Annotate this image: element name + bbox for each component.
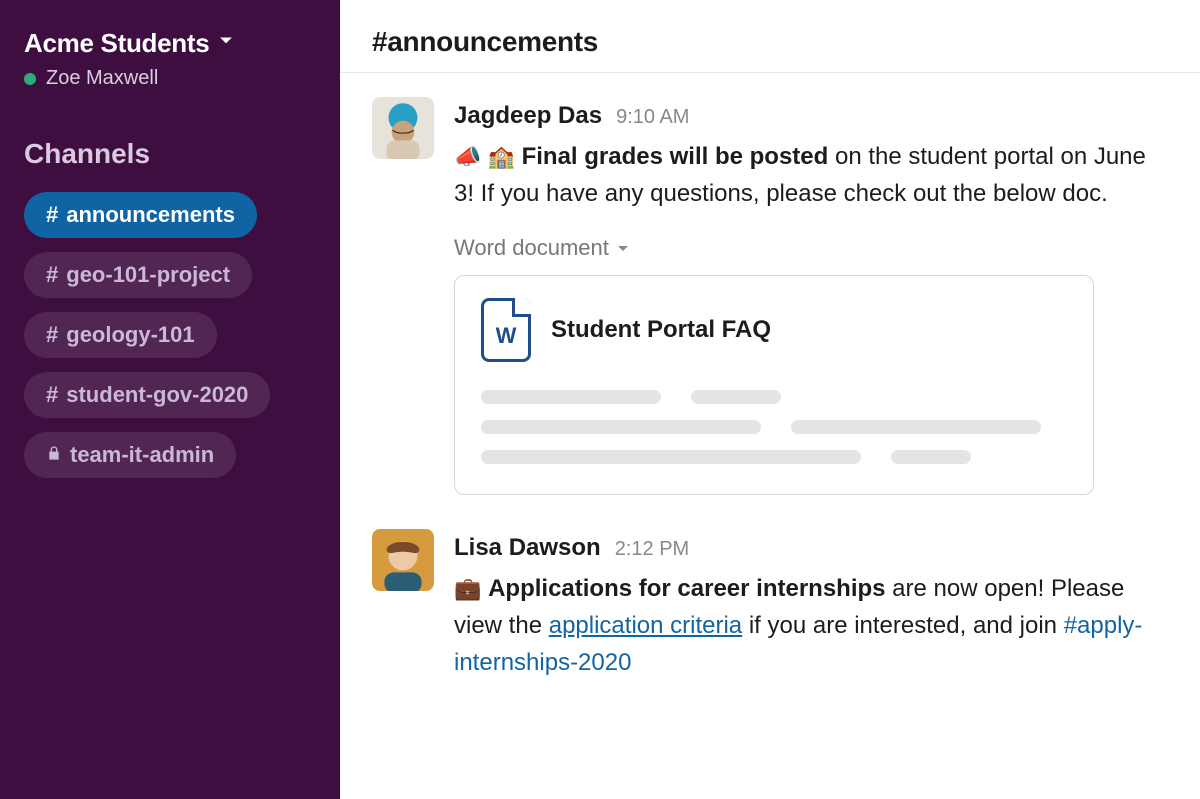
attachment-type-toggle[interactable]: Word document — [454, 231, 1168, 265]
message-time: 2:12 PM — [615, 534, 689, 565]
channel-announcements[interactable]: # announcements — [24, 192, 257, 238]
attachment-preview-line — [481, 450, 1067, 464]
avatar[interactable] — [372, 529, 434, 591]
channels-section-title: Channels — [24, 138, 316, 170]
message: Jagdeep Das 9:10 AM 📣 🏫 Final grades wil… — [372, 97, 1168, 495]
lock-icon — [46, 442, 62, 468]
current-user[interactable]: Zoe Maxwell — [24, 67, 316, 90]
megaphone-school-emoji: 📣 🏫 — [454, 144, 515, 169]
workspace-name: Acme Students — [24, 28, 209, 59]
message-body: Jagdeep Das 9:10 AM 📣 🏫 Final grades wil… — [454, 97, 1168, 495]
channel-label: announcements — [66, 202, 235, 228]
message-bold: Applications for career internships — [488, 575, 885, 602]
chevron-down-icon — [219, 34, 233, 53]
avatar[interactable] — [372, 97, 434, 159]
channel-label: team-it-admin — [70, 442, 214, 468]
application-criteria-link[interactable]: application criteria — [549, 612, 742, 639]
message-part: if you are interested, and join — [742, 612, 1064, 639]
attachment-title: Student Portal FAQ — [551, 311, 771, 348]
workspace-switcher[interactable]: Acme Students — [24, 28, 316, 59]
word-icon-letter: W — [496, 319, 517, 353]
message-time: 9:10 AM — [616, 102, 689, 133]
word-document-icon: W — [481, 298, 531, 362]
message-text: 📣 🏫 Final grades will be posted on the s… — [454, 138, 1168, 212]
channel-title: #announcements — [372, 26, 598, 57]
message-bold: Final grades will be posted — [522, 143, 829, 170]
hash-icon: # — [46, 262, 58, 288]
message-list[interactable]: Jagdeep Das 9:10 AM 📣 🏫 Final grades wil… — [340, 73, 1200, 799]
attachment-preview-line — [481, 390, 1067, 404]
attachment-card[interactable]: W Student Portal FAQ — [454, 275, 1094, 495]
channel-team-it-admin[interactable]: team-it-admin — [24, 432, 236, 478]
message-author[interactable]: Lisa Dawson — [454, 529, 601, 566]
channel-geo-101-project[interactable]: # geo-101-project — [24, 252, 252, 298]
channel-header[interactable]: #announcements — [340, 0, 1200, 73]
hash-icon: # — [46, 382, 58, 408]
message: Lisa Dawson 2:12 PM 💼 Applications for c… — [372, 529, 1168, 682]
channel-label: geology-101 — [66, 322, 194, 348]
message-author[interactable]: Jagdeep Das — [454, 97, 602, 134]
channel-label: student-gov-2020 — [66, 382, 248, 408]
channel-list: # announcements # geo-101-project # geol… — [24, 192, 316, 478]
sidebar: Acme Students Zoe Maxwell Channels # ann… — [0, 0, 340, 799]
message-body: Lisa Dawson 2:12 PM 💼 Applications for c… — [454, 529, 1168, 682]
channel-label: geo-101-project — [66, 262, 230, 288]
channel-geology-101[interactable]: # geology-101 — [24, 312, 217, 358]
attachment-type-label: Word document — [454, 231, 609, 265]
presence-active-icon — [24, 73, 36, 85]
caret-down-icon — [617, 231, 629, 265]
main-pane: #announcements Jagdeep Das 9:10 AM — [340, 0, 1200, 799]
briefcase-emoji: 💼 — [454, 576, 481, 601]
current-user-name: Zoe Maxwell — [46, 67, 158, 90]
channel-student-gov-2020[interactable]: # student-gov-2020 — [24, 372, 270, 418]
hash-icon: # — [46, 322, 58, 348]
attachment-preview-line — [481, 420, 1067, 434]
message-text: 💼 Applications for career internships ar… — [454, 570, 1168, 682]
hash-icon: # — [46, 202, 58, 228]
